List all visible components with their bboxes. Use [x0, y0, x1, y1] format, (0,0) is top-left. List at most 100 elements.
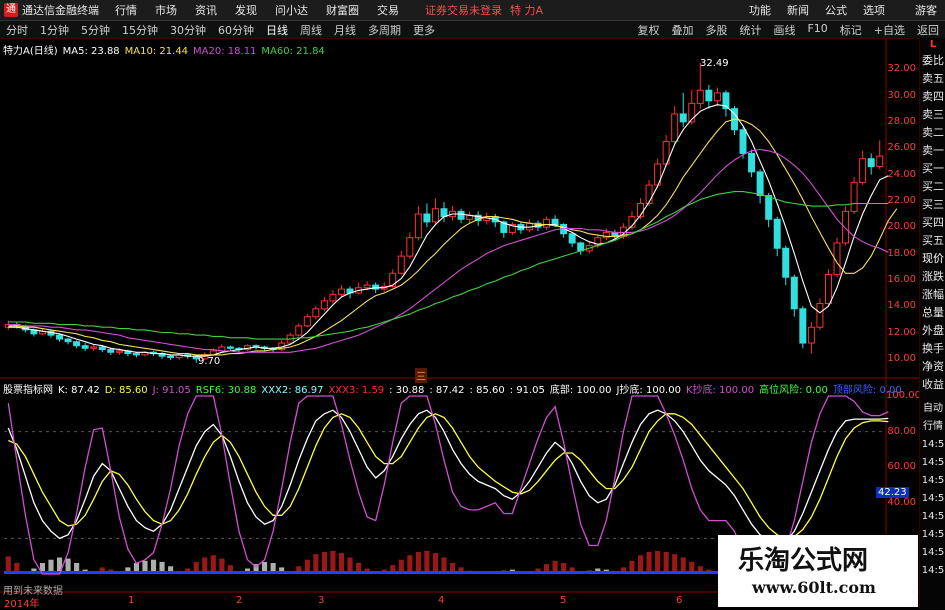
- side-field-label[interactable]: 卖五: [920, 70, 945, 88]
- side-field-label[interactable]: 换手: [920, 340, 945, 358]
- side-tick-time: 14:5: [921, 457, 945, 468]
- indicator-bar: [338, 553, 345, 574]
- panel-tab-l[interactable]: L: [920, 38, 945, 52]
- candle-body: [320, 300, 328, 310]
- price-tick-label: 12.00: [887, 326, 916, 338]
- candle-body: [312, 308, 320, 318]
- side-field-label[interactable]: 涨跌: [920, 268, 945, 286]
- candle-body: [90, 346, 98, 349]
- ma-line-ma5: [8, 104, 889, 357]
- side-field-label[interactable]: 卖三: [920, 106, 945, 124]
- side-field-label[interactable]: 卖四: [920, 88, 945, 106]
- candle-body: [876, 155, 884, 168]
- candle-body: [705, 89, 713, 102]
- candle-body: [867, 158, 875, 168]
- indicator-tick-label: 40.00: [887, 496, 916, 508]
- price-tick-label: 26.00: [887, 142, 916, 154]
- candle-body: [824, 274, 832, 305]
- side-field-label[interactable]: 买二: [920, 178, 945, 196]
- side-field-label[interactable]: 委比: [920, 52, 945, 70]
- side-field-label[interactable]: 买五: [920, 232, 945, 250]
- candle-body: [414, 213, 422, 239]
- candle-body: [132, 353, 140, 356]
- indicator-bar: [330, 550, 336, 574]
- price-tick-label: 24.00: [887, 168, 916, 180]
- side-tick-time: 14:5: [921, 511, 945, 522]
- side-tick-time: 14:5: [921, 529, 945, 540]
- candle-body: [799, 308, 807, 344]
- indicator-bar: [655, 550, 661, 574]
- side-field-label[interactable]: 买一: [920, 160, 945, 178]
- future-data-note: 用到未来数据: [3, 586, 63, 597]
- side-field-label[interactable]: 涨幅: [920, 286, 945, 304]
- candle-body: [671, 113, 679, 143]
- candle-body: [765, 195, 773, 220]
- candle-body: [842, 210, 850, 244]
- watermark-title: 乐淘公式网: [738, 546, 869, 576]
- candle-body: [551, 218, 559, 226]
- candle-body: [739, 129, 747, 154]
- price-tick-label: 32.00: [887, 63, 916, 75]
- indicator-tick-label: 100.00: [886, 390, 921, 401]
- indicator-bar: [321, 552, 327, 574]
- candle-body: [337, 288, 345, 295]
- candle-body: [423, 213, 431, 223]
- stock-chart[interactable]: [0, 0, 945, 609]
- date-tick-label: 4: [438, 595, 445, 606]
- side-tick-time: 自动: [923, 403, 943, 414]
- candle-body: [81, 345, 89, 349]
- side-field-label[interactable]: 净资: [920, 358, 945, 376]
- price-tick-label: 30.00: [887, 89, 916, 101]
- indicator-bar: [415, 552, 421, 574]
- candle-body: [397, 255, 405, 274]
- indicator-tick-label: 80.00: [887, 425, 916, 437]
- side-field-label[interactable]: 买三: [920, 196, 945, 214]
- side-field-label[interactable]: 卖一: [920, 142, 945, 160]
- candle-body: [807, 326, 815, 344]
- indicator-bar: [663, 552, 669, 574]
- candle-body: [568, 233, 576, 244]
- candle-body: [303, 316, 311, 327]
- candle-body: [363, 284, 371, 289]
- date-tick-label: 3: [318, 595, 325, 606]
- candle-body: [115, 350, 123, 353]
- candle-body: [859, 158, 867, 183]
- side-tick-time: 14:5: [921, 565, 945, 576]
- indicator-bar: [646, 552, 652, 574]
- indicator-bar: [432, 553, 439, 574]
- side-field-label[interactable]: 收益: [920, 376, 945, 394]
- date-tick-label: 2: [236, 595, 243, 606]
- date-tick-label: 6: [676, 595, 683, 606]
- candle-body: [679, 113, 687, 123]
- side-tick-time: 14:5: [921, 475, 945, 486]
- watermark-url: www.60lt.com: [752, 578, 876, 597]
- candle-body: [64, 338, 72, 343]
- candle-body: [543, 218, 551, 228]
- candle-body: [713, 92, 721, 102]
- candle-body: [773, 218, 781, 249]
- side-field-label[interactable]: 买四: [920, 214, 945, 232]
- candle-body: [782, 247, 790, 278]
- side-field-label[interactable]: 总量: [920, 304, 945, 322]
- side-field-label[interactable]: 卖二: [920, 124, 945, 142]
- candle-body: [816, 303, 824, 328]
- side-field-label[interactable]: 外盘: [920, 322, 945, 340]
- indicator-bar: [424, 550, 430, 574]
- candle-body: [329, 293, 337, 302]
- candle-body: [748, 152, 756, 173]
- candle-body: [457, 210, 465, 220]
- candle-body: [226, 346, 234, 349]
- candle-body: [645, 184, 653, 204]
- event-marker[interactable]: 三: [415, 368, 427, 383]
- candle-body: [790, 276, 798, 310]
- candle-body: [431, 208, 439, 223]
- side-tick-time: 14:5: [921, 547, 945, 558]
- candle-body: [98, 346, 106, 351]
- price-tick-label: 22.00: [887, 194, 916, 206]
- ma-line-ma60: [8, 191, 889, 340]
- candle-body: [295, 325, 303, 336]
- indicator-current-value: 42.23: [876, 487, 909, 498]
- candle-body: [696, 89, 704, 104]
- candle-body: [107, 349, 115, 353]
- side-field-label[interactable]: 现价: [920, 250, 945, 268]
